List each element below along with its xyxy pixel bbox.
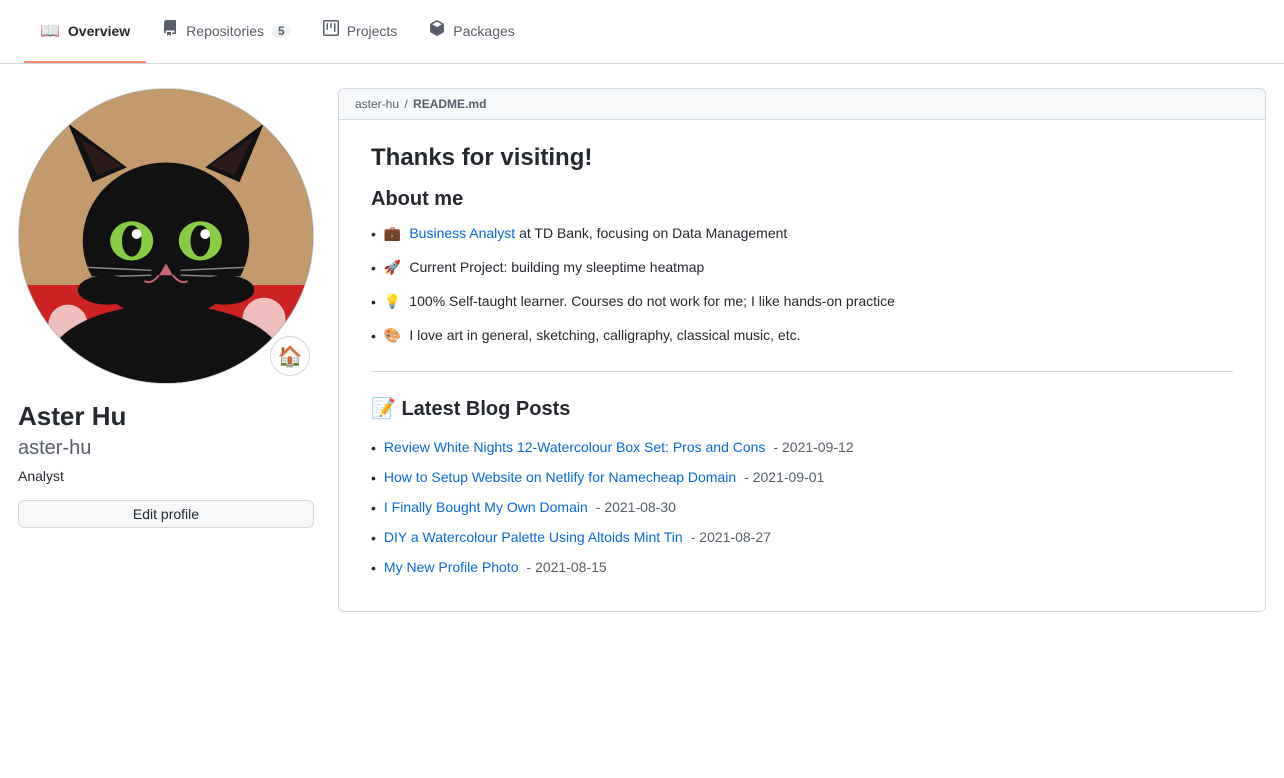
tab-packages-label: Packages <box>453 23 514 39</box>
readme-heading: Thanks for visiting! <box>371 144 1233 172</box>
avatar-badge: 🏠 <box>270 336 310 376</box>
item-1-emoji: 🚀 <box>384 257 401 278</box>
blog-post-2: I Finally Bought My Own Domain - 2021-08… <box>371 497 1233 519</box>
blog-post-1-date: - 2021-09-01 <box>744 467 824 488</box>
tab-projects-label: Projects <box>347 23 398 39</box>
blog-post-3-date: - 2021-08-27 <box>691 527 771 548</box>
blog-section: 📝 Latest Blog Posts Review White Nights … <box>371 396 1233 579</box>
profile-display-name: Aster Hu <box>18 400 314 433</box>
blog-post-1-link[interactable]: How to Setup Website on Netlify for Name… <box>384 467 736 488</box>
blog-post-4: My New Profile Photo - 2021-08-15 <box>371 557 1233 579</box>
readme-card: aster-hu / README.md Thanks for visiting… <box>338 88 1266 612</box>
tab-projects[interactable]: Projects <box>307 0 414 63</box>
tab-overview[interactable]: 📖 Overview <box>24 0 146 63</box>
blog-post-2-date: - 2021-08-30 <box>596 497 676 518</box>
item-3-emoji: 🎨 <box>384 325 401 346</box>
overview-icon: 📖 <box>40 21 60 41</box>
item-0-text: Business Analyst at TD Bank, focusing on… <box>409 223 787 244</box>
repositories-badge: 5 <box>272 24 291 38</box>
avatar-badge-emoji: 🏠 <box>278 344 303 369</box>
readme-path-user: aster-hu <box>355 97 399 111</box>
item-2-text: 100% Self-taught learner. Courses do not… <box>409 291 895 312</box>
profile-username: aster-hu <box>18 437 314 460</box>
sidebar: 🏠 Aster Hu aster-hu Analyst Edit profile <box>18 88 314 544</box>
readme-header: aster-hu / README.md <box>339 89 1265 120</box>
blog-post-0-date: - 2021-09-12 <box>773 437 853 458</box>
top-nav: 📖 Overview Repositories 5 Projects Packa… <box>0 0 1284 64</box>
readme-item-3: 🎨 I love art in general, sketching, call… <box>371 325 1233 347</box>
readme-item-2: 💡 100% Self-taught learner. Courses do n… <box>371 291 1233 313</box>
item-0-link[interactable]: Business Analyst <box>409 225 515 241</box>
tab-overview-label: Overview <box>68 23 130 39</box>
avatar <box>18 88 314 384</box>
item-2-emoji: 💡 <box>384 291 401 312</box>
tab-repositories[interactable]: Repositories 5 <box>146 0 307 63</box>
packages-icon <box>429 20 445 41</box>
readme-item-1: 🚀 Current Project: building my sleeptime… <box>371 257 1233 279</box>
readme-body: Thanks for visiting! About me 💼 Business… <box>339 120 1265 611</box>
readme-item-0: 💼 Business Analyst at TD Bank, focusing … <box>371 223 1233 245</box>
blog-post-0: Review White Nights 12-Watercolour Box S… <box>371 437 1233 459</box>
blog-heading: 📝 Latest Blog Posts <box>371 396 1233 421</box>
readme-path-file: README.md <box>413 97 486 111</box>
blog-post-2-link[interactable]: I Finally Bought My Own Domain <box>384 497 588 518</box>
blog-post-0-link[interactable]: Review White Nights 12-Watercolour Box S… <box>384 437 766 458</box>
main-layout: 🏠 Aster Hu aster-hu Analyst Edit profile… <box>2 64 1282 660</box>
readme-about-heading: About me <box>371 188 1233 211</box>
path-separator: / <box>404 97 411 111</box>
blog-post-3-link[interactable]: DIY a Watercolour Palette Using Altoids … <box>384 527 683 548</box>
item-1-text: Current Project: building my sleeptime h… <box>409 257 704 278</box>
tab-repositories-label: Repositories <box>186 23 264 39</box>
blog-post-4-date: - 2021-08-15 <box>527 557 607 578</box>
readme-items-list: 💼 Business Analyst at TD Bank, focusing … <box>371 223 1233 347</box>
main-content: aster-hu / README.md Thanks for visiting… <box>338 88 1266 636</box>
readme-path-ext: .md <box>465 97 486 111</box>
blog-post-4-link[interactable]: My New Profile Photo <box>384 557 519 578</box>
readme-divider <box>371 371 1233 372</box>
blog-post-1: How to Setup Website on Netlify for Name… <box>371 467 1233 489</box>
projects-icon <box>323 20 339 41</box>
blog-post-3: DIY a Watercolour Palette Using Altoids … <box>371 527 1233 549</box>
item-3-text: I love art in general, sketching, callig… <box>409 325 800 346</box>
item-0-emoji: 💼 <box>384 223 401 244</box>
nav-tabs: 📖 Overview Repositories 5 Projects Packa… <box>24 0 531 63</box>
blog-posts-list: Review White Nights 12-Watercolour Box S… <box>371 437 1233 579</box>
profile-bio: Analyst <box>18 468 314 484</box>
edit-profile-button[interactable]: Edit profile <box>18 500 314 528</box>
repositories-icon <box>162 20 178 41</box>
avatar-container: 🏠 <box>18 88 314 384</box>
tab-packages[interactable]: Packages <box>413 0 530 63</box>
